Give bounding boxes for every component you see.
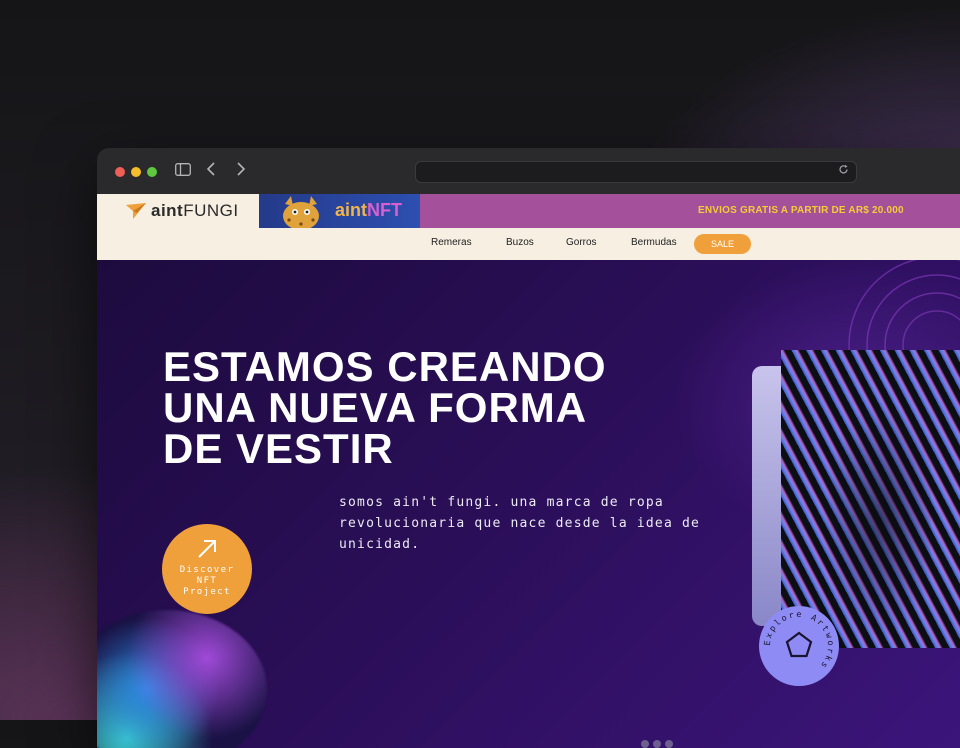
nft-suffix: NFT bbox=[367, 200, 403, 220]
headline-line-3: DE VESTIR bbox=[163, 425, 394, 472]
headline-line-1: ESTAMOS CREANDO bbox=[163, 343, 607, 390]
aint-fungi-logo[interactable]: aintFUNGI bbox=[125, 200, 239, 222]
browser-titlebar bbox=[97, 148, 960, 195]
nav-buzos[interactable]: Buzos bbox=[506, 237, 534, 248]
headline-line-2: UNA NUEVA FORMA bbox=[163, 384, 588, 431]
close-window-button[interactable] bbox=[115, 167, 125, 177]
free-shipping-text: ENVIOS GRATIS A PARTIR DE AR$ 20.000 bbox=[698, 205, 904, 216]
sale-button[interactable]: SALE bbox=[694, 234, 751, 254]
logo-suffix: FUNGI bbox=[183, 201, 239, 220]
discover-line-3: Project bbox=[183, 587, 231, 597]
logo-prefix: aint bbox=[151, 201, 184, 220]
chevron-right-icon[interactable] bbox=[236, 162, 246, 179]
paper-plane-icon bbox=[126, 203, 146, 219]
nft-prefix: aint bbox=[335, 200, 368, 220]
nav-gorros[interactable]: Gorros bbox=[566, 237, 597, 248]
pager-dot[interactable] bbox=[665, 740, 673, 748]
maximize-window-button[interactable] bbox=[147, 167, 157, 177]
pentagon-icon bbox=[785, 631, 813, 658]
address-bar[interactable] bbox=[415, 161, 857, 183]
nav-bermudas[interactable]: Bermudas bbox=[631, 237, 677, 248]
main-nav: Remeras Buzos Gorros Bermudas SALE bbox=[97, 228, 960, 261]
discover-line-1: Discover bbox=[179, 565, 235, 575]
aint-nft-banner[interactable]: aintNFT bbox=[259, 194, 420, 228]
nav-remeras[interactable]: Remeras bbox=[431, 237, 472, 248]
explore-artworks-label: Explore Artworks bbox=[763, 610, 835, 671]
hero-section: ESTAMOS CREANDO UNA NUEVA FORMA DE VESTI… bbox=[97, 260, 960, 748]
hero-model-photo bbox=[781, 350, 960, 648]
reload-icon[interactable] bbox=[838, 164, 849, 178]
minimize-window-button[interactable] bbox=[131, 167, 141, 177]
hero-headline: ESTAMOS CREANDO UNA NUEVA FORMA DE VESTI… bbox=[163, 343, 607, 472]
chevron-left-icon[interactable] bbox=[206, 162, 216, 179]
pager-dot[interactable] bbox=[641, 740, 649, 748]
leopard-mascot-icon bbox=[283, 196, 319, 228]
explore-artworks-button[interactable]: Explore Artworks bbox=[759, 606, 839, 686]
decorative-blob bbox=[97, 610, 267, 748]
sidebar-toggle-icon[interactable] bbox=[175, 163, 191, 179]
browser-window: aintFUNGI aintNFT ENVIOS GRATIS A PARTIR… bbox=[97, 148, 960, 748]
discover-nft-button[interactable]: Discover NFT Project bbox=[162, 524, 252, 614]
promo-bar: ENVIOS GRATIS A PARTIR DE AR$ 20.000 bbox=[420, 194, 960, 228]
website: aintFUNGI aintNFT ENVIOS GRATIS A PARTIR… bbox=[97, 194, 960, 748]
arrow-up-right-icon bbox=[196, 538, 218, 567]
hero-description: somos ain't fungi. una marca de ropa rev… bbox=[339, 495, 701, 552]
discover-line-2: NFT bbox=[196, 576, 218, 586]
pager-dot[interactable] bbox=[653, 740, 661, 748]
slide-pager bbox=[641, 740, 673, 748]
